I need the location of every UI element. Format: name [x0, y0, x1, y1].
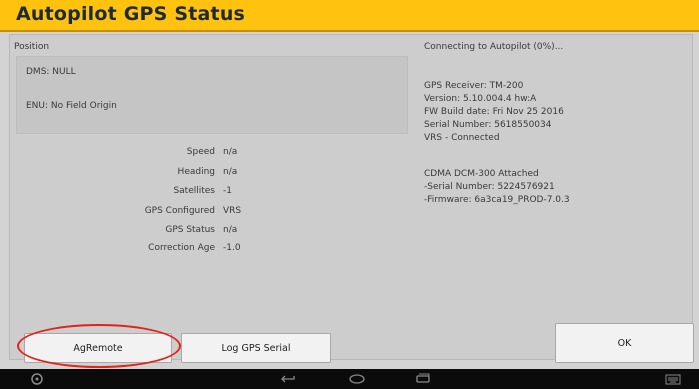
stat-value: -1 [223, 186, 232, 196]
position-label: Position [14, 42, 50, 52]
stat-value: VRS [223, 206, 242, 216]
recent-apps-icon[interactable] [415, 372, 431, 389]
firmware-version: Version: 5.10.004.4 hw:A [424, 94, 537, 104]
keyboard-icon[interactable] [665, 372, 681, 389]
stat-label: Heading [177, 167, 215, 177]
back-icon[interactable] [281, 372, 297, 389]
nav-bar [0, 369, 699, 389]
title-bar: Autopilot GPS Status [0, 0, 699, 32]
window-title: Autopilot GPS Status [16, 3, 246, 25]
ok-button[interactable]: OK [555, 323, 694, 363]
stat-label: GPS Status [165, 225, 215, 235]
stat-label: Correction Age [148, 243, 215, 253]
gps-receiver: GPS Receiver: TM-200 [424, 81, 524, 91]
stat-row-correction-age: Correction Age -1.0 [0, 243, 699, 257]
stat-label: Speed [186, 147, 215, 157]
stat-label: Satellites [173, 186, 215, 196]
stat-row-speed: Speed n/a [0, 147, 699, 161]
stat-value: n/a [223, 167, 238, 177]
cdma-modem: CDMA DCM-300 Attached [424, 169, 539, 179]
stat-label: GPS Configured [144, 206, 215, 216]
agremote-button[interactable]: AgRemote [24, 333, 172, 363]
cdma-firmware: -Firmware: 6a3ca19_PROD-7.0.3 [424, 195, 570, 205]
stat-value: n/a [223, 147, 238, 157]
dms-value: DMS: NULL [26, 67, 76, 77]
receiver-serial: Serial Number: 5618550034 [424, 120, 552, 130]
vrs-status: VRS - Connected [424, 133, 500, 143]
stat-value: n/a [223, 225, 238, 235]
stat-row-satellites: Satellites -1 [0, 186, 699, 200]
log-gps-serial-button[interactable]: Log GPS Serial [181, 333, 331, 363]
stat-row-gps-configured: GPS Configured VRS [0, 206, 699, 220]
power-icon[interactable] [30, 372, 44, 389]
stat-row-gps-status: GPS Status n/a [0, 225, 699, 239]
fw-build-date: FW Build date: Fri Nov 25 2016 [424, 107, 564, 117]
cdma-serial: -Serial Number: 5224576921 [424, 182, 555, 192]
home-icon[interactable] [348, 372, 366, 389]
stat-row-heading: Heading n/a [0, 167, 699, 181]
connection-status: Connecting to Autopilot (0%)... [424, 42, 564, 52]
stat-value: -1.0 [223, 243, 241, 253]
enu-value: ENU: No Field Origin [26, 101, 117, 111]
